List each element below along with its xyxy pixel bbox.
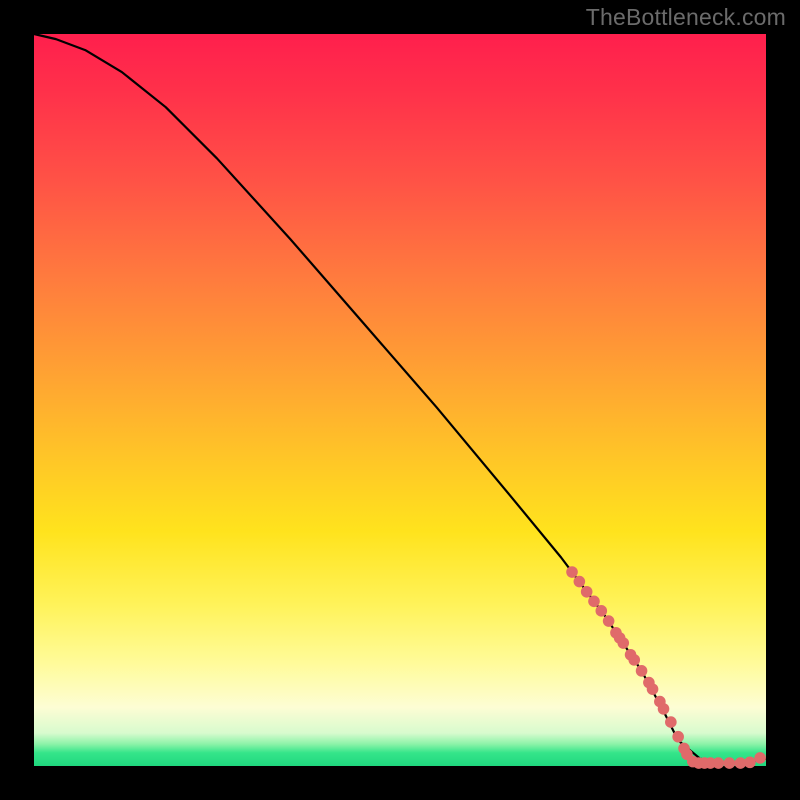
highlight-marker (581, 586, 593, 598)
highlight-markers (566, 566, 766, 769)
highlight-marker (665, 716, 677, 728)
plot-area (34, 34, 766, 766)
highlight-marker (596, 605, 608, 617)
highlight-marker (754, 752, 766, 764)
highlight-marker (588, 596, 600, 608)
highlight-marker (658, 703, 670, 715)
highlight-marker (724, 757, 736, 769)
highlight-marker (647, 683, 659, 695)
chart-svg (34, 34, 766, 766)
highlight-marker (617, 637, 629, 649)
highlight-marker (713, 757, 725, 769)
chart-stage: TheBottleneck.com (0, 0, 800, 800)
highlight-marker (566, 566, 578, 578)
main-curve-line (34, 34, 766, 763)
highlight-marker (636, 665, 648, 677)
highlight-marker (672, 731, 684, 743)
highlight-marker (574, 576, 586, 588)
watermark-text: TheBottleneck.com (586, 4, 786, 31)
highlight-marker (744, 757, 756, 769)
highlight-marker (628, 654, 640, 666)
highlight-marker (603, 615, 615, 627)
